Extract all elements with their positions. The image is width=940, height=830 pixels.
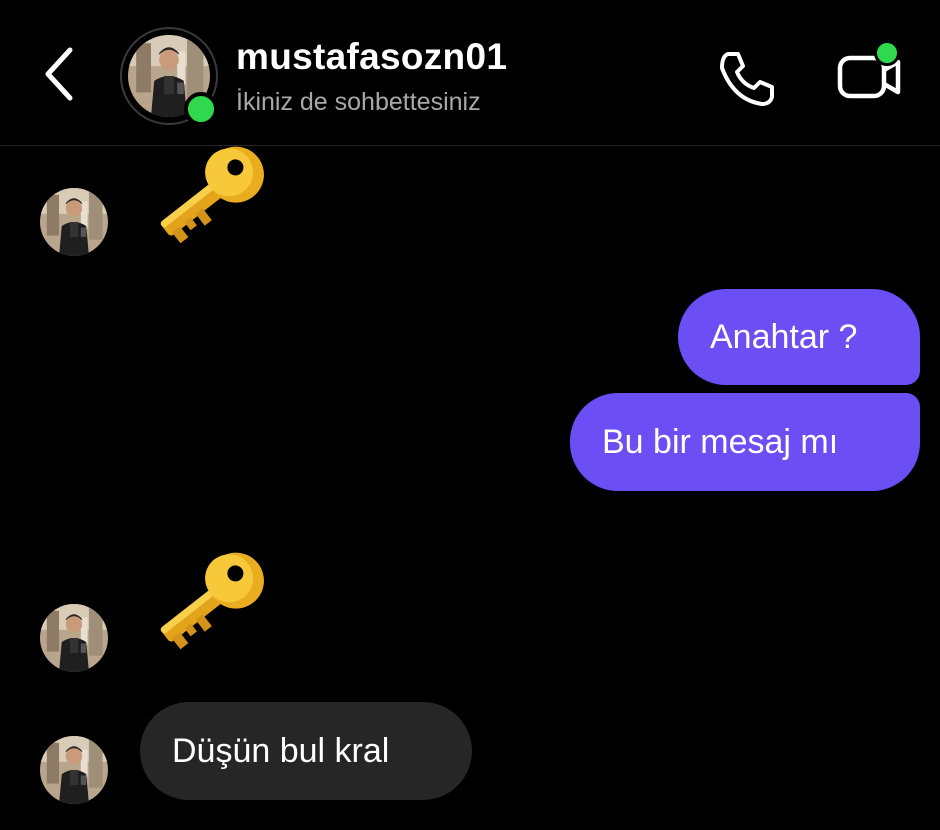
sender-avatar[interactable] [40,188,108,256]
outgoing-message[interactable]: Bu bir mesaj mı [570,393,920,491]
back-button[interactable] [38,42,82,106]
outgoing-message[interactable]: Anahtar ? [678,289,920,385]
contact-username[interactable]: mustafasozn01 [236,36,507,78]
chat-header: mustafasozn01 İkiniz de sohbettesiniz [0,0,940,146]
phone-icon [720,52,774,106]
incoming-message[interactable]: Düşün bul kral [140,702,472,800]
chat-status-text: İkiniz de sohbettesiniz [236,88,481,116]
key-icon[interactable] [136,548,276,660]
sender-avatar[interactable] [40,736,108,804]
sender-avatar[interactable] [40,604,108,672]
video-online-dot [874,40,900,66]
message-text: Anahtar ? [710,318,858,356]
message-text: Bu bir mesaj mı [602,423,839,461]
online-status-dot [184,92,218,126]
key-icon[interactable] [136,142,276,254]
chevron-left-icon [45,47,73,101]
message-text: Düşün bul kral [172,732,390,770]
voice-call-button[interactable] [714,46,778,110]
